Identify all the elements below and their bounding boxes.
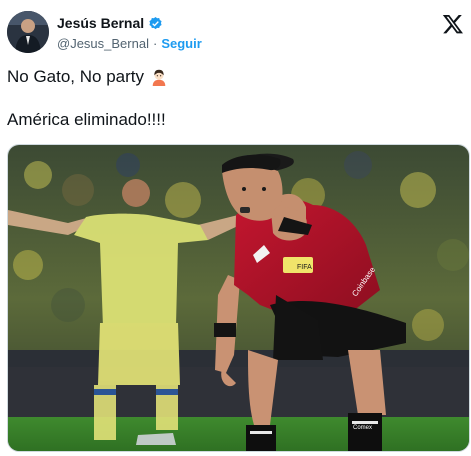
follow-button[interactable]: Seguir bbox=[161, 36, 201, 51]
author-handle[interactable]: @Jesus_Bernal bbox=[57, 36, 149, 51]
tweet-text-line2: América eliminado!!!! bbox=[7, 110, 166, 129]
tweet-text-first: No Gato, No party bbox=[7, 67, 145, 86]
sock-text: Comex bbox=[353, 425, 372, 431]
tweet-text-line1: No Gato, No party bbox=[7, 66, 168, 88]
boy-emoji-icon bbox=[152, 69, 166, 86]
avatar[interactable] bbox=[7, 11, 49, 53]
verified-badge-icon bbox=[149, 16, 162, 29]
handle-line: @Jesus_Bernal · Seguir bbox=[57, 36, 202, 51]
author-line: Jesús Bernal bbox=[57, 15, 163, 31]
fifa-badge-text: FIFA bbox=[297, 264, 312, 271]
referee-photo: FIFA Coinbase Comex bbox=[8, 145, 469, 451]
x-logo-icon[interactable] bbox=[442, 13, 464, 35]
tweet-photo[interactable]: FIFA Coinbase Comex bbox=[7, 144, 470, 452]
tweet-header: Jesús Bernal @Jesus_Bernal · Seguir bbox=[7, 11, 464, 55]
separator-dot: · bbox=[152, 36, 158, 51]
author-name[interactable]: Jesús Bernal bbox=[57, 15, 144, 31]
